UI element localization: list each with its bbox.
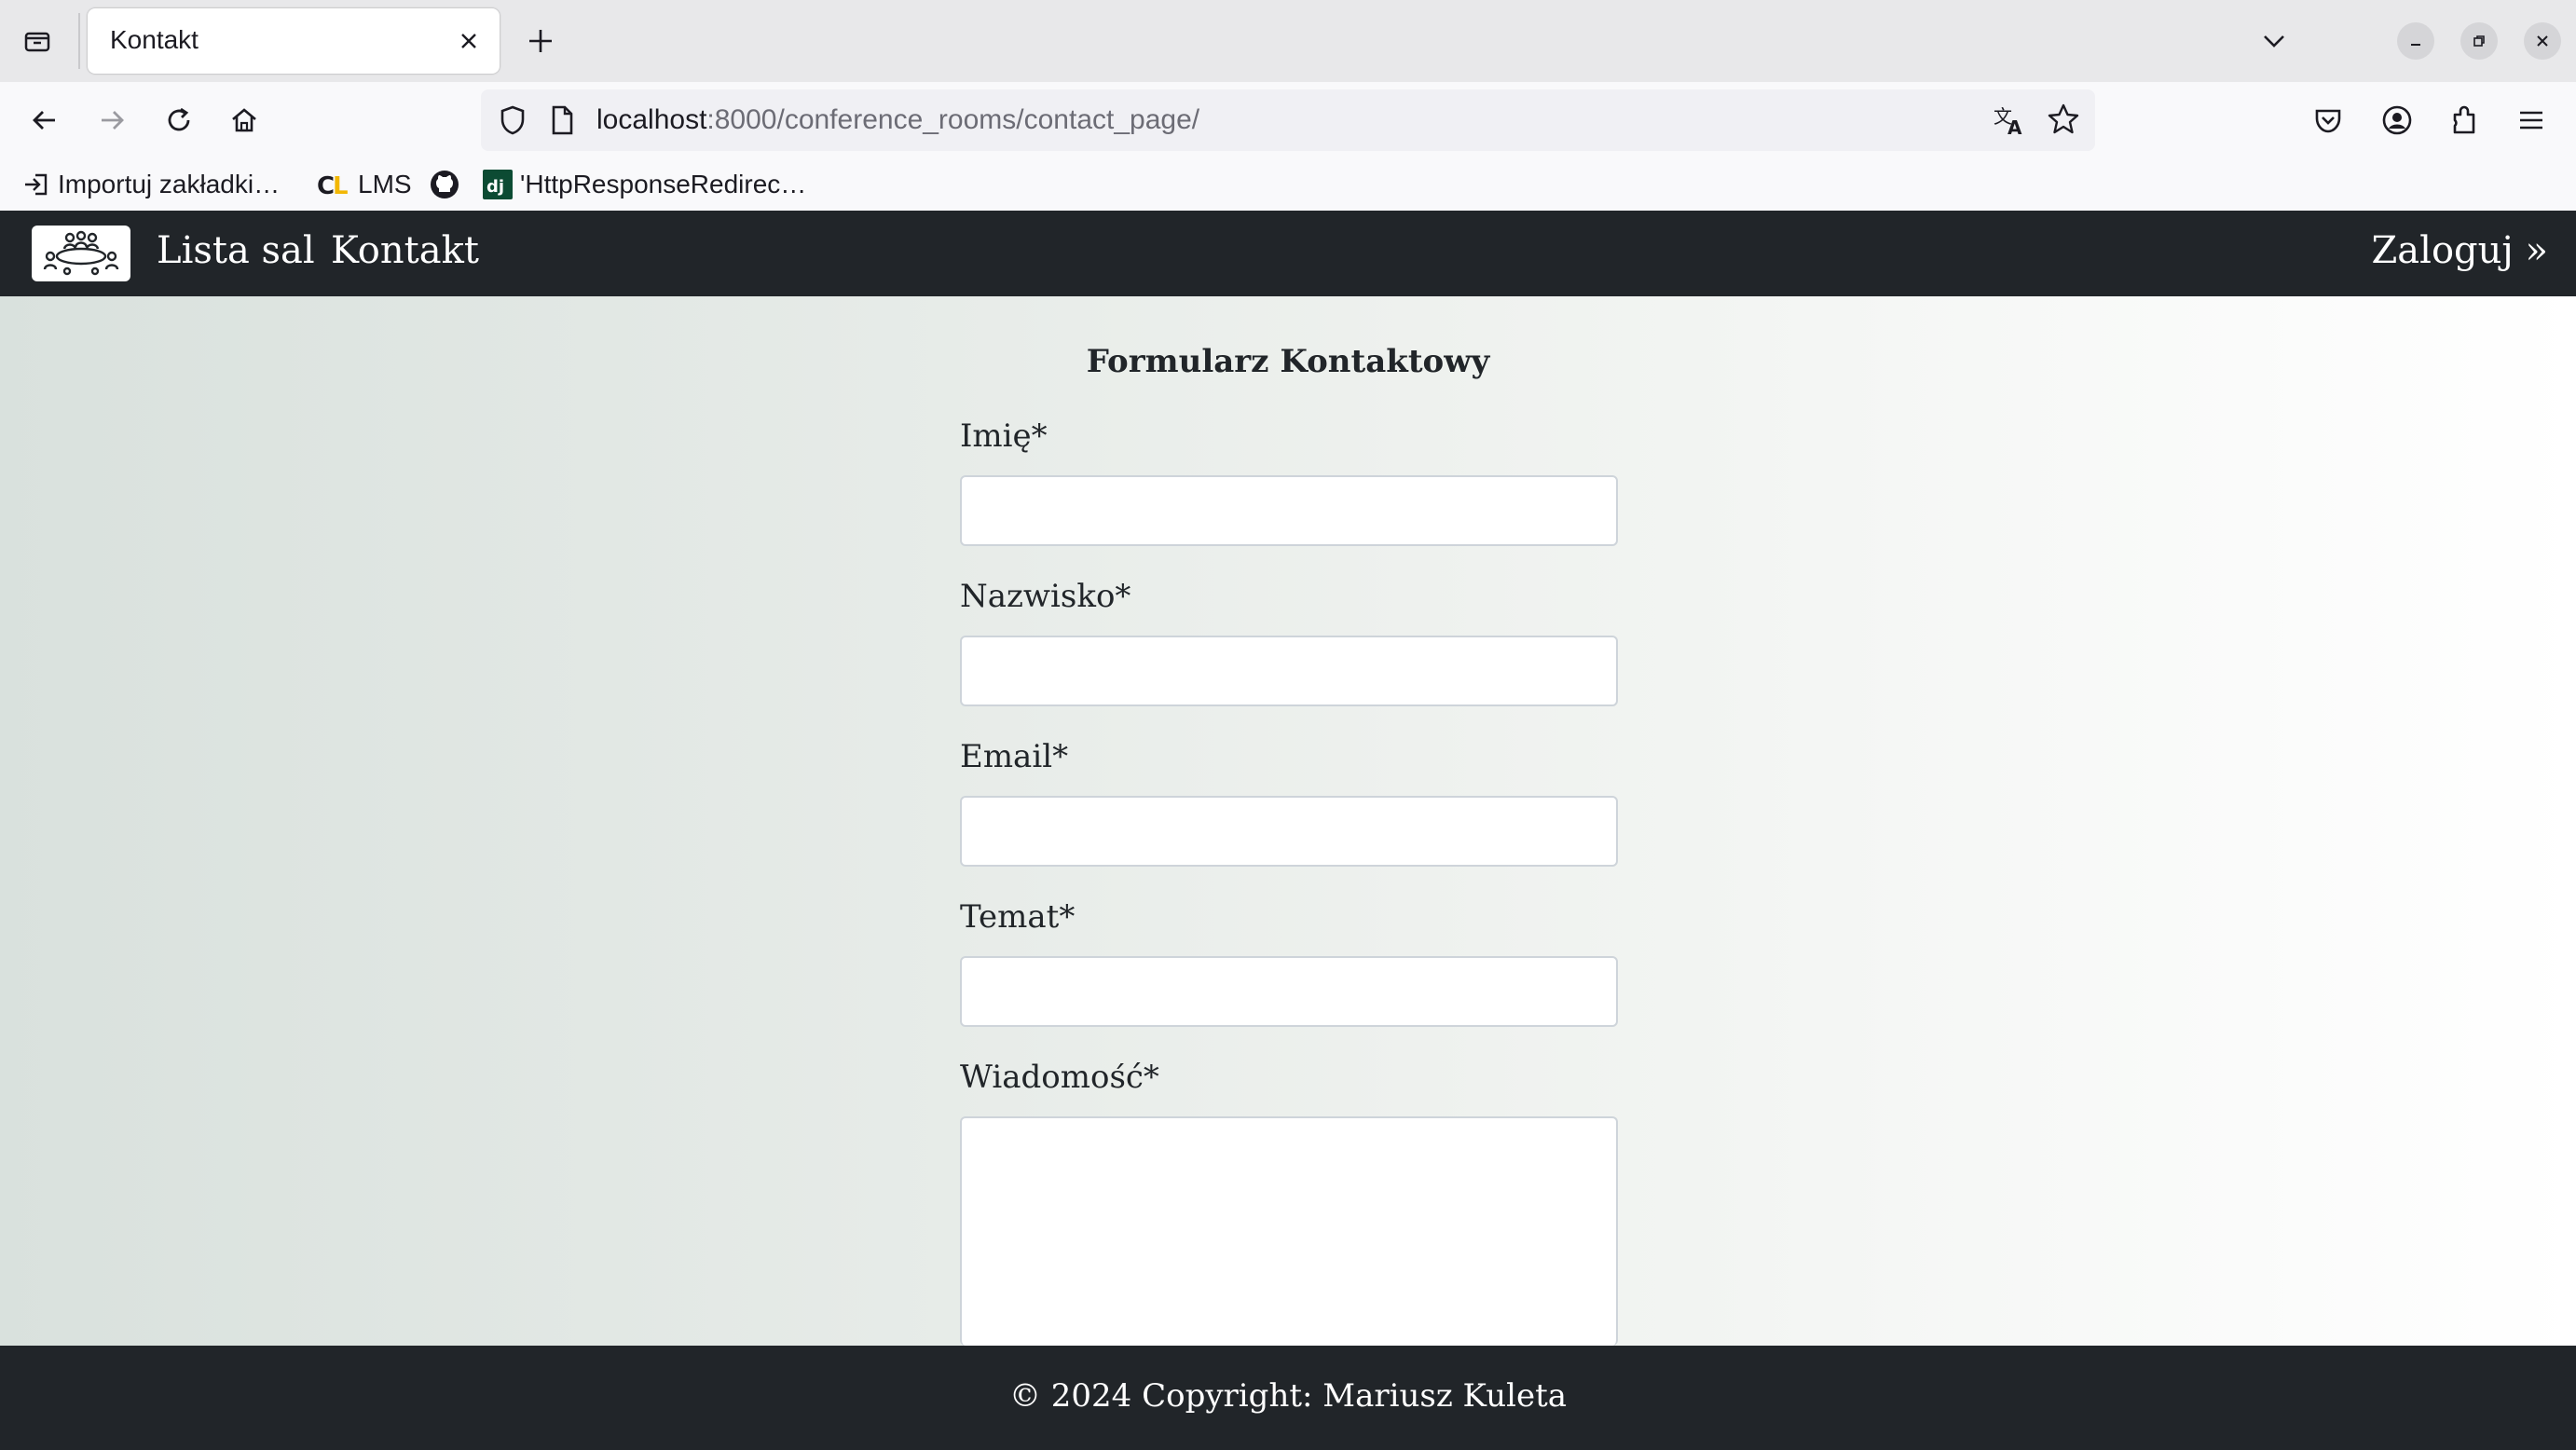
conference-room-logo[interactable] (32, 226, 130, 281)
restore-window-button[interactable] (2460, 22, 2498, 60)
home-icon[interactable] (222, 98, 267, 143)
page-info-icon[interactable] (546, 103, 578, 141)
form-title: Formularz Kontaktowy (1086, 343, 1490, 380)
copyright-text: © 2024 Copyright: Mariusz Kuleta (1008, 1377, 1568, 1415)
github-icon (429, 169, 460, 200)
subject-input[interactable] (960, 956, 1618, 1027)
svg-text:dj: dj (486, 177, 504, 197)
back-arrow-icon[interactable] (22, 98, 67, 143)
first-name-label: Imię* (960, 417, 1048, 455)
subject-label: Temat* (960, 898, 1076, 936)
bookmark-label: Importuj zakładki… (58, 170, 281, 198)
hamburger-menu-icon[interactable] (2509, 98, 2554, 143)
message-textarea[interactable] (960, 1116, 1618, 1346)
url-host: localhost (596, 104, 707, 135)
site-footer: © 2024 Copyright: Mariusz Kuleta (0, 1346, 2576, 1450)
browser-tab-bar: Kontakt (0, 0, 2576, 82)
url-text[interactable]: localhost:8000/conference_rooms/contact_… (596, 104, 1199, 136)
last-name-label: Nazwisko* (960, 578, 1131, 615)
cl-logo-icon: CL (317, 171, 350, 198)
minimize-window-button[interactable] (2397, 22, 2434, 60)
bookmark-star-icon[interactable] (2045, 101, 2082, 142)
pocket-icon[interactable] (2306, 98, 2350, 143)
bookmark-label: 'HttpResponseRedirec… (520, 170, 807, 198)
first-name-input[interactable] (960, 475, 1618, 546)
forward-arrow-icon[interactable] (89, 98, 134, 143)
bookmark-lms[interactable]: CL LMS (317, 166, 412, 203)
message-label: Wiadomość* (960, 1059, 1159, 1096)
tab-separator (78, 13, 80, 69)
svg-text:L: L (333, 172, 349, 198)
contact-form-section: Formularz Kontaktowy Imię* Nazwisko* Ema… (0, 296, 2576, 1346)
bookmark-django[interactable]: dj 'HttpResponseRedirec… (483, 166, 806, 203)
browser-tab-active[interactable]: Kontakt (88, 8, 500, 74)
nav-link-lista-sal[interactable]: Lista sal (157, 229, 315, 272)
email-input[interactable] (960, 796, 1618, 867)
bookmark-label: LMS (358, 170, 412, 198)
tab-list-icon[interactable] (17, 21, 58, 62)
url-path: :8000/conference_rooms/contact_page/ (706, 104, 1200, 135)
translate-icon[interactable]: 文A (1991, 101, 2028, 142)
last-name-input[interactable] (960, 636, 1618, 706)
django-icon: dj (483, 170, 513, 199)
close-icon[interactable] (455, 27, 483, 55)
nav-link-kontakt[interactable]: Kontakt (331, 229, 479, 272)
import-icon (22, 171, 50, 198)
tab-title: Kontakt (110, 25, 199, 54)
email-label: Email* (960, 738, 1069, 775)
account-icon[interactable] (2375, 98, 2419, 143)
chevron-down-icon[interactable] (2254, 21, 2295, 62)
reload-icon[interactable] (157, 98, 201, 143)
svg-text:A: A (2007, 116, 2022, 138)
login-link[interactable]: Zaloguj » (2372, 229, 2548, 272)
bookmark-github[interactable] (429, 166, 468, 203)
new-tab-plus-icon[interactable] (520, 21, 561, 62)
site-navbar: Lista sal Kontakt Zaloguj » (0, 211, 2576, 296)
url-bar[interactable]: localhost:8000/conference_rooms/contact_… (481, 89, 2095, 151)
shield-icon[interactable] (494, 102, 531, 143)
bookmark-import[interactable]: Importuj zakładki… (22, 166, 280, 203)
close-window-button[interactable] (2524, 22, 2561, 60)
bookmarks-bar: Importuj zakładki… CL LMS dj 'HttpRespon… (0, 158, 2576, 211)
extensions-icon[interactable] (2442, 98, 2487, 143)
browser-toolbar: localhost:8000/conference_rooms/contact_… (0, 82, 2576, 158)
